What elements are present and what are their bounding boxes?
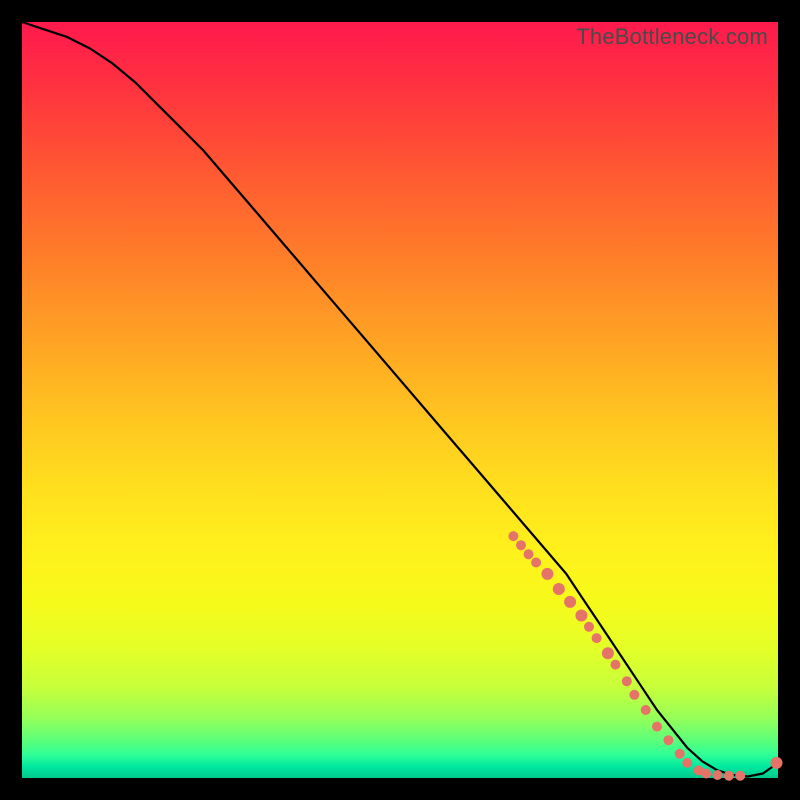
curve-marker (524, 549, 534, 559)
curve-marker (724, 771, 734, 781)
curve-marker (553, 583, 565, 595)
curve-marker (641, 705, 651, 715)
plot-area: TheBottleneck.com (22, 22, 778, 778)
curve-marker (713, 770, 723, 780)
curve-marker (675, 749, 685, 759)
curve-marker (682, 758, 692, 768)
curve-marker (592, 633, 602, 643)
curve-marker (531, 558, 541, 568)
curve-markers (508, 531, 782, 781)
curve-marker (602, 647, 614, 659)
curve-marker (575, 610, 587, 622)
curve-marker (516, 540, 526, 550)
curve-marker (701, 769, 711, 779)
bottleneck-curve-line (22, 22, 778, 777)
curve-marker (622, 676, 632, 686)
curve-marker (541, 568, 553, 580)
curve-marker (611, 660, 621, 670)
curve-marker (663, 735, 673, 745)
curve-marker (629, 690, 639, 700)
curve-marker (652, 722, 662, 732)
chart-stage: TheBottleneck.com (0, 0, 800, 800)
chart-svg (22, 22, 778, 778)
curve-marker (584, 622, 594, 632)
curve-marker (564, 596, 576, 608)
curve-marker (508, 531, 518, 541)
curve-marker (735, 771, 745, 781)
curve-marker (771, 757, 783, 769)
